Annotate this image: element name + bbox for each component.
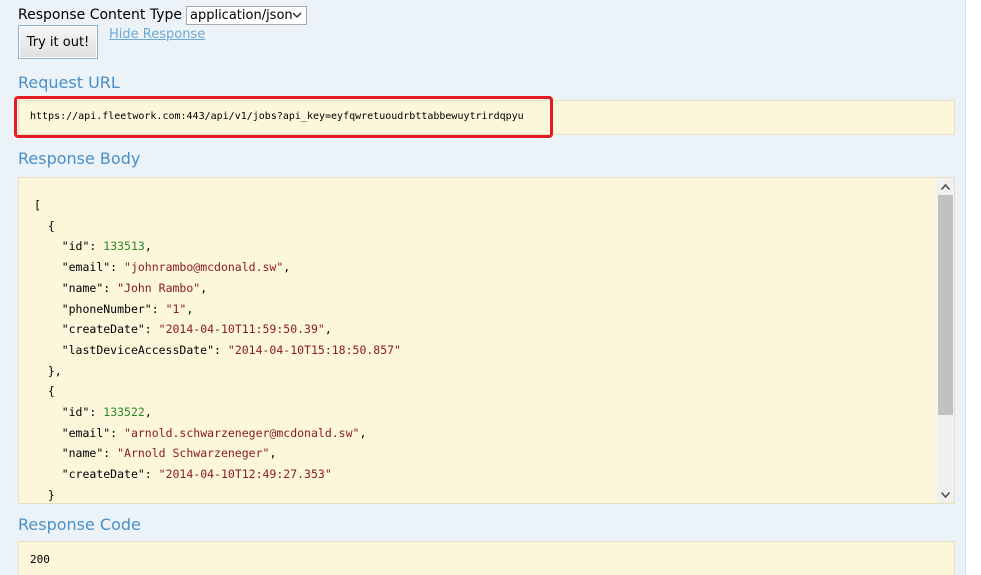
json-punctuation: : <box>89 239 104 254</box>
content-type-label: Response Content Type <box>18 7 182 23</box>
code-line: "email": "johnrambo@mcdonald.sw", <box>34 257 401 278</box>
json-key: "name" <box>61 280 104 295</box>
scroll-up-button[interactable] <box>937 178 954 195</box>
json-key: "email" <box>61 425 111 440</box>
json-key: "phoneNumber" <box>61 301 152 316</box>
response-body-scrollbar[interactable] <box>937 178 954 503</box>
json-number-value: 133513 <box>103 239 145 254</box>
json-punctuation: : <box>151 301 166 316</box>
request-url-title: Request URL <box>18 73 120 92</box>
response-code-title: Response Code <box>18 515 141 534</box>
response-body-title: Response Body <box>18 149 141 168</box>
content-type-row: Response Content Type application/json <box>18 5 307 25</box>
json-punctuation: : <box>144 467 159 482</box>
request-url-highlight <box>14 96 553 138</box>
json-punctuation: : <box>214 342 228 357</box>
response-body-box[interactable]: [ { "id": 133513, "email": "johnrambo@mc… <box>18 177 955 504</box>
code-line: "id": 133513, <box>34 236 401 257</box>
json-punctuation: { <box>47 384 55 399</box>
json-string-value: "1" <box>165 301 187 316</box>
content-type-select[interactable]: application/json <box>185 5 307 25</box>
json-punctuation: , <box>200 280 208 295</box>
code-line: "email": "arnold.schwarzeneger@mcdonald.… <box>34 423 401 444</box>
json-punctuation: : <box>103 446 118 461</box>
json-string-value: "johnrambo@mcdonald.sw" <box>124 260 284 275</box>
hide-response-link[interactable]: Hide Response <box>109 27 205 42</box>
response-code-value: 200 <box>30 553 50 566</box>
json-punctuation: , <box>186 301 194 316</box>
json-punctuation: [ <box>34 198 41 212</box>
code-line: { <box>34 216 401 237</box>
operation-panel: Response Content Type application/json T… <box>0 0 966 575</box>
code-line: "createDate": "2014-04-10T12:49:27.353" <box>34 464 401 485</box>
json-punctuation: : <box>89 405 104 420</box>
json-string-value: "arnold.schwarzeneger@mcdonald.sw" <box>124 425 360 440</box>
chevron-down-icon <box>292 11 302 18</box>
triangle-down-icon <box>941 491 950 498</box>
code-line: "lastDeviceAccessDate": "2014-04-10T15:1… <box>34 340 401 361</box>
json-punctuation: , <box>144 405 152 420</box>
json-key: "lastDeviceAccessDate" <box>61 342 215 357</box>
json-key: "id" <box>61 405 90 420</box>
code-line: } <box>34 485 401 503</box>
json-string-value: "2014-04-10T15:18:50.857" <box>227 342 401 357</box>
json-string-value: "Arnold Schwarzeneger" <box>117 446 270 461</box>
json-punctuation: , <box>359 425 367 440</box>
code-line: "name": "Arnold Schwarzeneger", <box>34 443 401 464</box>
code-line: "phoneNumber": "1", <box>34 299 401 320</box>
json-key: "createDate" <box>61 467 145 482</box>
json-punctuation: , <box>144 239 152 254</box>
json-punctuation: } <box>47 487 55 502</box>
json-punctuation: : <box>103 280 118 295</box>
json-string-value: "John Rambo" <box>117 280 201 295</box>
scroll-down-button[interactable] <box>937 486 954 503</box>
code-line: "createDate": "2014-04-10T11:59:50.39", <box>34 319 401 340</box>
json-key: "email" <box>61 260 111 275</box>
json-punctuation: : <box>144 322 159 337</box>
json-punctuation: }, <box>47 363 62 378</box>
json-punctuation: { <box>47 218 55 233</box>
json-punctuation: , <box>269 446 277 461</box>
try-it-out-button[interactable]: Try it out! <box>18 25 98 59</box>
json-key: "id" <box>61 239 90 254</box>
code-line: "id": 133522, <box>34 402 401 423</box>
triangle-up-icon <box>941 183 950 190</box>
json-string-value: "2014-04-10T12:49:27.353" <box>158 467 332 482</box>
code-line: }, <box>34 361 401 382</box>
response-code-box: 200 <box>18 541 955 575</box>
code-line: "name": "John Rambo", <box>34 278 401 299</box>
code-line: [ <box>34 195 401 216</box>
content-type-selected: application/json <box>189 7 293 23</box>
response-body-code[interactable]: [ { "id": 133513, "email": "johnrambo@mc… <box>34 195 401 503</box>
json-punctuation: : <box>110 260 125 275</box>
json-key: "createDate" <box>61 322 145 337</box>
json-punctuation: : <box>110 425 125 440</box>
json-string-value: "2014-04-10T11:59:50.39" <box>158 322 325 337</box>
json-key: "name" <box>61 446 104 461</box>
scroll-thumb[interactable] <box>938 195 953 415</box>
json-punctuation: , <box>283 260 291 275</box>
code-line: { <box>34 381 401 402</box>
json-number-value: 133522 <box>103 405 145 420</box>
json-punctuation: , <box>324 322 332 337</box>
